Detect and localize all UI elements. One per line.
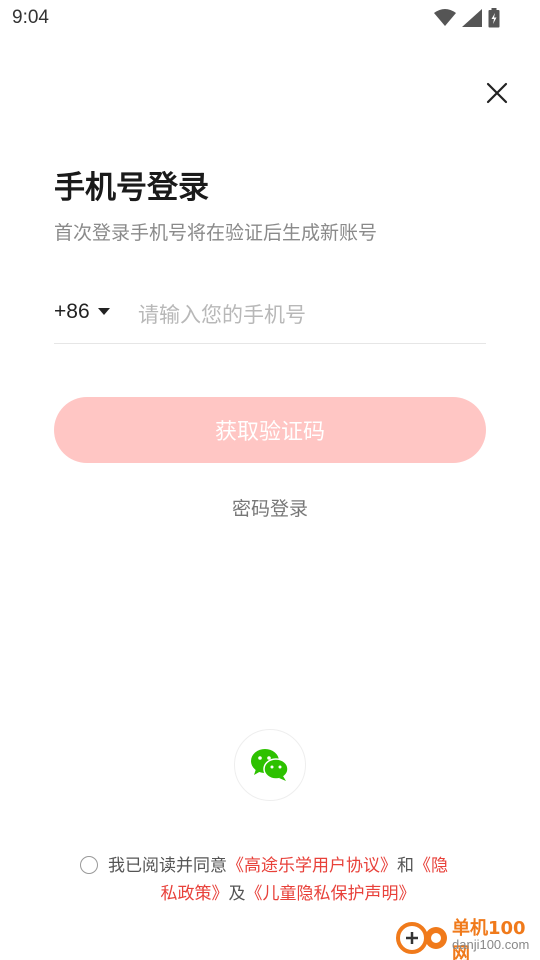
status-bar: 9:04 xyxy=(0,0,540,36)
wechat-login-button[interactable] xyxy=(234,729,306,801)
agreement-prefix: 我已阅读并同意 xyxy=(108,856,227,876)
agreement-text: 我已阅读并同意《高途乐学用户协议》和《隐 私政策》及《儿童隐私保护声明》 xyxy=(80,852,480,908)
battery-icon xyxy=(488,8,500,28)
get-code-button[interactable]: 获取验证码 xyxy=(54,397,486,463)
watermark-url: danji100.com xyxy=(452,937,530,952)
agreement-and-2: 及 xyxy=(228,884,246,904)
page-subtitle: 首次登录手机号将在验证后生成新账号 xyxy=(54,222,378,244)
signal-icon xyxy=(462,9,482,27)
caret-down-icon xyxy=(97,308,110,315)
watermark-logo-icon xyxy=(396,922,447,954)
agreement-and: 和 xyxy=(397,856,414,876)
country-code-label: +86 xyxy=(54,300,90,323)
watermark: 单机100网 danji100.com xyxy=(390,912,540,960)
status-icons xyxy=(434,8,500,28)
privacy-policy-link-part1[interactable]: 《隐 xyxy=(414,856,448,876)
country-code-selector[interactable]: +86 xyxy=(54,300,110,324)
close-icon xyxy=(486,82,508,104)
privacy-policy-link-part2[interactable]: 私政策》 xyxy=(161,884,229,904)
page-title: 手机号登录 xyxy=(54,170,209,206)
status-time: 9:04 xyxy=(12,7,49,28)
user-agreement-link[interactable]: 《高途乐学用户协议》 xyxy=(227,856,397,876)
wechat-icon xyxy=(251,749,289,781)
phone-input[interactable] xyxy=(138,296,478,334)
wifi-icon xyxy=(434,9,456,26)
children-privacy-link[interactable]: 《儿童隐私保护声明》 xyxy=(246,884,416,904)
phone-input-row: +86 xyxy=(54,290,486,344)
password-login-link[interactable]: 密码登录 xyxy=(0,494,540,521)
agreement-line-2: 私政策》及《儿童隐私保护声明》 xyxy=(80,880,480,908)
agreement-checkbox[interactable] xyxy=(80,856,98,874)
close-button[interactable] xyxy=(480,76,514,110)
